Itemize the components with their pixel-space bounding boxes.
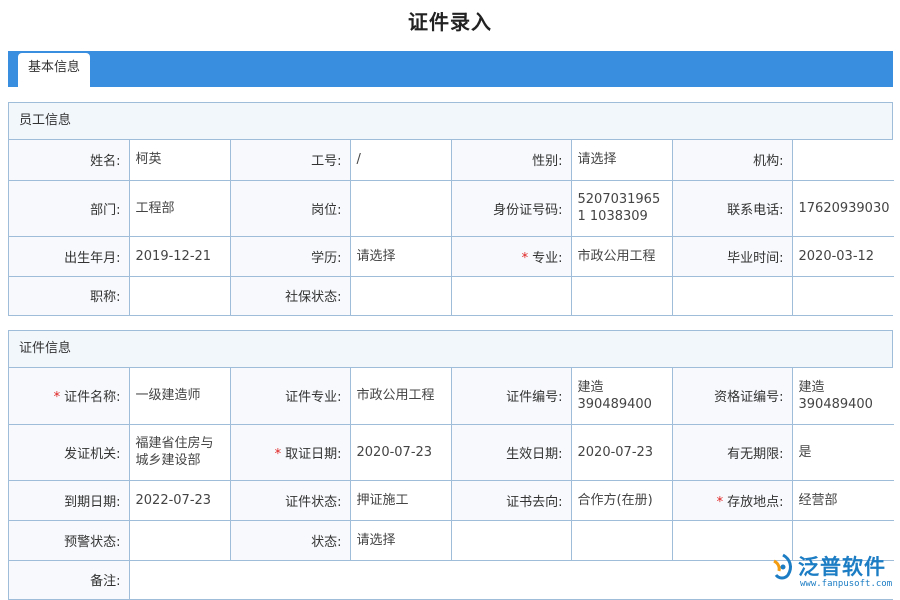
required-mark: * [53, 390, 61, 406]
field-label: 身份证号码: [450, 179, 572, 237]
employee-section-header: 员工信息 [9, 103, 892, 140]
tab-bar: 基本信息 [8, 51, 893, 87]
employee-table: 姓名: 柯英 工号: / 性别: 请选择 机构: 部门: 工程部 岗位: 身份证… [9, 140, 894, 315]
certificate-table: * 证件名称: 一级建造师 证件专业: 市政公用工程 证件编号: 建造 39048… [9, 368, 894, 599]
required-mark: * [274, 446, 282, 462]
major-field[interactable]: 市政公用工程 [570, 235, 673, 277]
certificate-status-field[interactable]: 押证施工 [349, 479, 452, 521]
employee-row: 出生年月: 2019-12-21 学历: 请选择 * 专业: 市政公用工程 毕业时… [9, 235, 894, 277]
field-label: 有无期限: [671, 423, 793, 481]
organization-field[interactable] [791, 140, 894, 181]
phone-field[interactable]: 17620939030 [791, 179, 894, 237]
employee-row: 职称: 社保状态: [9, 275, 894, 315]
empty-cell [570, 519, 673, 561]
certificate-row: 到期日期: 2022-07-23 证件状态: 押证施工 证书去向: 合作方(在册… [9, 479, 894, 521]
issuing-authority-field[interactable]: 福建省住房与城乡建设部 [128, 423, 231, 481]
storage-location-field[interactable]: 经营部 [791, 479, 894, 521]
certificate-number-field[interactable]: 建造 390489400 [570, 368, 673, 425]
empty-cell [450, 519, 572, 561]
education-select[interactable]: 请选择 [349, 235, 452, 277]
field-label: 证件编号: [450, 368, 572, 425]
field-label: 预警状态: [9, 519, 130, 561]
field-label: 到期日期: [9, 479, 130, 521]
graduation-date-field[interactable]: 2020-03-12 [791, 235, 894, 277]
warning-status-field[interactable] [128, 519, 231, 561]
watermark-logo: 泛普软件 www.fanpusoft.com [768, 549, 894, 595]
field-label: * 专业: [450, 235, 572, 277]
empty-cell [450, 275, 572, 315]
certificate-section-header: 证件信息 [9, 331, 892, 368]
certificate-row: 发证机关: 福建省住房与城乡建设部 * 取证日期: 2020-07-23 生效日期… [9, 423, 894, 481]
employee-row: 部门: 工程部 岗位: 身份证号码: 52070319651 1038309 联… [9, 179, 894, 237]
field-label: 联系电话: [671, 179, 793, 237]
field-label: * 存放地点: [671, 479, 793, 521]
obtain-date-field[interactable]: 2020-07-23 [349, 423, 452, 481]
title-field[interactable] [128, 275, 231, 315]
department-field[interactable]: 工程部 [128, 179, 231, 237]
status-select[interactable]: 请选择 [349, 519, 452, 561]
certificate-major-field[interactable]: 市政公用工程 [349, 368, 452, 425]
field-label: 生效日期: [450, 423, 572, 481]
field-label: 工号: [229, 140, 351, 181]
certificate-name-field[interactable]: 一级建造师 [128, 368, 231, 425]
empty-cell [791, 275, 894, 315]
position-field[interactable] [349, 179, 452, 237]
field-label: 机构: [671, 140, 793, 181]
field-label: 学历: [229, 235, 351, 277]
social-security-field[interactable] [349, 275, 452, 315]
field-label: 证件状态: [229, 479, 351, 521]
employee-section: 员工信息 姓名: 柯英 工号: / 性别: 请选择 机构: 部门: 工程部 岗位… [8, 102, 894, 316]
employee-row: 姓名: 柯英 工号: / 性别: 请选择 机构: [9, 140, 894, 181]
expiry-date-field[interactable]: 2022-07-23 [128, 479, 231, 521]
field-label: 出生年月: [9, 235, 130, 277]
remark-label: 备注: [9, 559, 130, 599]
field-label: 发证机关: [9, 423, 130, 481]
required-mark: * [716, 494, 724, 510]
page-title: 证件录入 [408, 10, 492, 34]
field-label: * 证件名称: [9, 368, 130, 425]
watermark-name: 泛普软件 [798, 555, 886, 579]
logo-icon [773, 553, 792, 580]
empty-cell [570, 275, 673, 315]
certificate-row: 预警状态: 状态: 请选择 [9, 519, 894, 561]
certificate-row: 备注: [9, 559, 894, 599]
field-label: 岗位: [229, 179, 351, 237]
field-label: 社保状态: [229, 275, 351, 315]
field-label: 资格证编号: [671, 368, 793, 425]
id-number-field[interactable]: 52070319651 1038309 [570, 179, 673, 237]
effective-date-field[interactable]: 2020-07-23 [570, 423, 673, 481]
birth-date-field[interactable]: 2019-12-21 [128, 235, 231, 277]
field-label: 职称: [9, 275, 130, 315]
field-label: 证件专业: [229, 368, 351, 425]
field-label: 证书去向: [450, 479, 572, 521]
employee-id-field[interactable]: / [349, 140, 452, 181]
name-field[interactable]: 柯英 [128, 140, 231, 181]
field-label: 状态: [229, 519, 351, 561]
field-label: 姓名: [9, 140, 130, 181]
certificate-row: * 证件名称: 一级建造师 证件专业: 市政公用工程 证件编号: 建造 39048… [9, 368, 894, 425]
qualification-number-field[interactable]: 建造 390489400 [791, 368, 894, 425]
field-label: 毕业时间: [671, 235, 793, 277]
gender-select[interactable]: 请选择 [570, 140, 673, 181]
tab-basic-info[interactable]: 基本信息 [18, 53, 91, 87]
certificate-destination-field[interactable]: 合作方(在册) [570, 479, 673, 521]
field-label: 性别: [450, 140, 572, 181]
empty-cell [671, 275, 793, 315]
field-label: 部门: [9, 179, 130, 237]
watermark-url: www.fanpusoft.com [800, 579, 893, 589]
certificate-section: 证件信息 * 证件名称: 一级建造师 证件专业: 市政公用工程 证件编号: 建造 … [8, 330, 894, 600]
field-label: * 取证日期: [229, 423, 351, 481]
has-term-field[interactable]: 是 [791, 423, 894, 481]
required-mark: * [521, 250, 529, 266]
